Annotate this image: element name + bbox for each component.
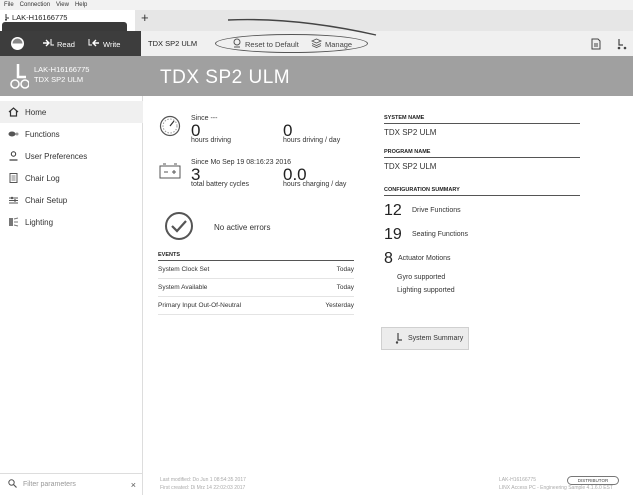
battery-icon [159,163,181,181]
event-name: Primary Input Out-Of-Neutral [158,302,242,309]
sidebar-item-user-preferences[interactable]: User Preferences [0,145,143,167]
toolbar: Read Write TDX SP2 ULM Reset to Default … [0,18,633,56]
sidebar-item-label: Home [25,107,47,117]
home-icon [8,107,19,117]
reset-icon [232,38,242,50]
setup-icon [8,195,19,205]
program-name: TDX SP2 ULM [384,162,437,171]
document-icon[interactable] [591,38,601,52]
filter-input[interactable]: Filter parameters [23,481,76,488]
toolbar-page-title: TDX SP2 ULM [148,39,198,48]
lighting-icon [8,217,19,227]
event-time: Today [336,266,354,273]
read-label: Read [57,40,75,49]
event-time: Today [336,284,354,291]
clear-filter-icon[interactable]: × [131,480,136,490]
device-header: LAK-H16166775 TDX SP2 ULM [0,56,143,96]
speedometer-icon [159,115,181,139]
write-button[interactable]: Write [88,39,120,50]
sidebar-item-chair-setup[interactable]: Chair Setup [0,189,143,211]
event-row[interactable]: Primary Input Out-Of-Neutral Yesterday [158,297,354,315]
filter-parameters[interactable]: Filter parameters × [0,473,143,495]
system-name: TDX SP2 ULM [384,128,437,137]
system-name-label: SYSTEM NAME [384,115,580,124]
menu-view[interactable]: View [56,2,69,8]
event-time: Yesterday [325,302,354,309]
wheelchair-icon [9,62,30,92]
drive-label: Drive Functions [412,207,461,214]
event-row[interactable]: System Available Today [158,279,354,297]
sidebar-item-label: User Preferences [25,151,88,161]
layers-icon [311,38,322,50]
chair-settings-icon[interactable] [616,38,628,52]
toolbar-connection: Read Write [0,31,141,56]
sidebar-item-label: Chair Setup [25,195,68,205]
sidebar-item-functions[interactable]: Functions [0,123,143,145]
sidebar-item-label: Chair Log [25,173,60,183]
sidebar-item-lighting[interactable]: Lighting [0,211,143,233]
gyro-support: Gyro supported [397,274,446,281]
program-name-label: PROGRAM NAME [384,149,580,158]
user-icon [8,151,19,161]
device-serial: LAK-H16166775 [34,65,90,74]
battery-since: Since Mo Sep 19 08:16:23 2016 [191,159,292,166]
menu-bar: File Connection View Help [0,0,633,10]
write-icon [88,39,100,50]
connection-icon[interactable] [10,36,25,53]
page-banner: TDX SP2 ULM [143,56,633,96]
menu-help[interactable]: Help [75,2,87,8]
read-button[interactable]: Read [42,39,75,50]
chair-tab-icon [4,14,10,21]
driving-per-day-label: hours driving / day [283,137,341,144]
events-title: EVENTS [158,252,354,261]
sidebar-item-label: Lighting [25,217,54,227]
footer-app-version: LINX Access PC - Engineering Sample 4.1.… [499,485,613,491]
footer-dates: Last modified: Do Jun 1 08:54:35 2017 Fi… [160,476,246,492]
status-message: No active errors [214,223,271,232]
event-row[interactable]: System Clock Set Today [158,261,354,279]
check-circle-icon [164,211,194,243]
lighting-support: Lighting supported [397,287,455,294]
menu-file[interactable]: File [4,2,14,8]
event-name: System Clock Set [158,266,210,273]
manage-button[interactable]: Manage [311,38,352,50]
home-panel: Since --- 0 hours driving 0 hours drivin… [143,96,633,495]
sidebar-item-label: Functions [25,129,60,139]
actuator-count: 8 [384,250,393,267]
manage-label: Manage [325,39,353,49]
actuator-label: Actuator Motions [398,255,451,262]
menu-connection[interactable]: Connection [20,2,50,8]
page-title: TDX SP2 ULM [160,67,291,88]
driving-hours-label: hours driving [191,137,232,144]
sidebar-item-home[interactable]: Home [0,101,143,123]
last-modified: Last modified: Do Jun 1 08:54:35 2017 [160,477,246,483]
write-label: Write [103,40,121,49]
tab-device-label: LAK-H16166775 [12,13,68,22]
chair-summary-icon [394,332,403,346]
event-name: System Available [158,284,208,291]
device-model: TDX SP2 ULM [34,75,84,84]
read-icon [42,39,54,50]
tab-device[interactable]: LAK-H16166775 [0,10,135,31]
sidebar-item-chair-log[interactable]: Chair Log [0,167,143,189]
reset-default-button[interactable]: Reset to Default [232,38,299,50]
log-icon [8,173,19,183]
seating-label: Seating Functions [412,231,469,238]
drive-count: 12 [384,202,402,219]
charging-label: hours charging / day [283,181,347,188]
system-summary-label: System Summary [408,335,464,342]
first-created: First created: Di Mrz 14 22:02:03 2017 [160,485,246,491]
functions-icon [8,129,19,139]
search-icon [8,479,17,490]
system-summary-button[interactable]: System Summary [381,327,469,350]
sidebar: LAK-H16166775 TDX SP2 ULM Home Functions… [0,56,143,495]
add-tab-button[interactable]: + [141,10,149,25]
config-summary-label: CONFIGURATION SUMMARY [384,187,580,196]
reset-label: Reset to Default [245,39,299,49]
footer-serial: LAK-H16166775 [499,477,536,483]
sidebar-nav: Home Functions User Preferences Chair Lo… [0,101,143,233]
seating-count: 19 [384,226,402,243]
battery-cycles-label: total battery cycles [191,181,249,188]
